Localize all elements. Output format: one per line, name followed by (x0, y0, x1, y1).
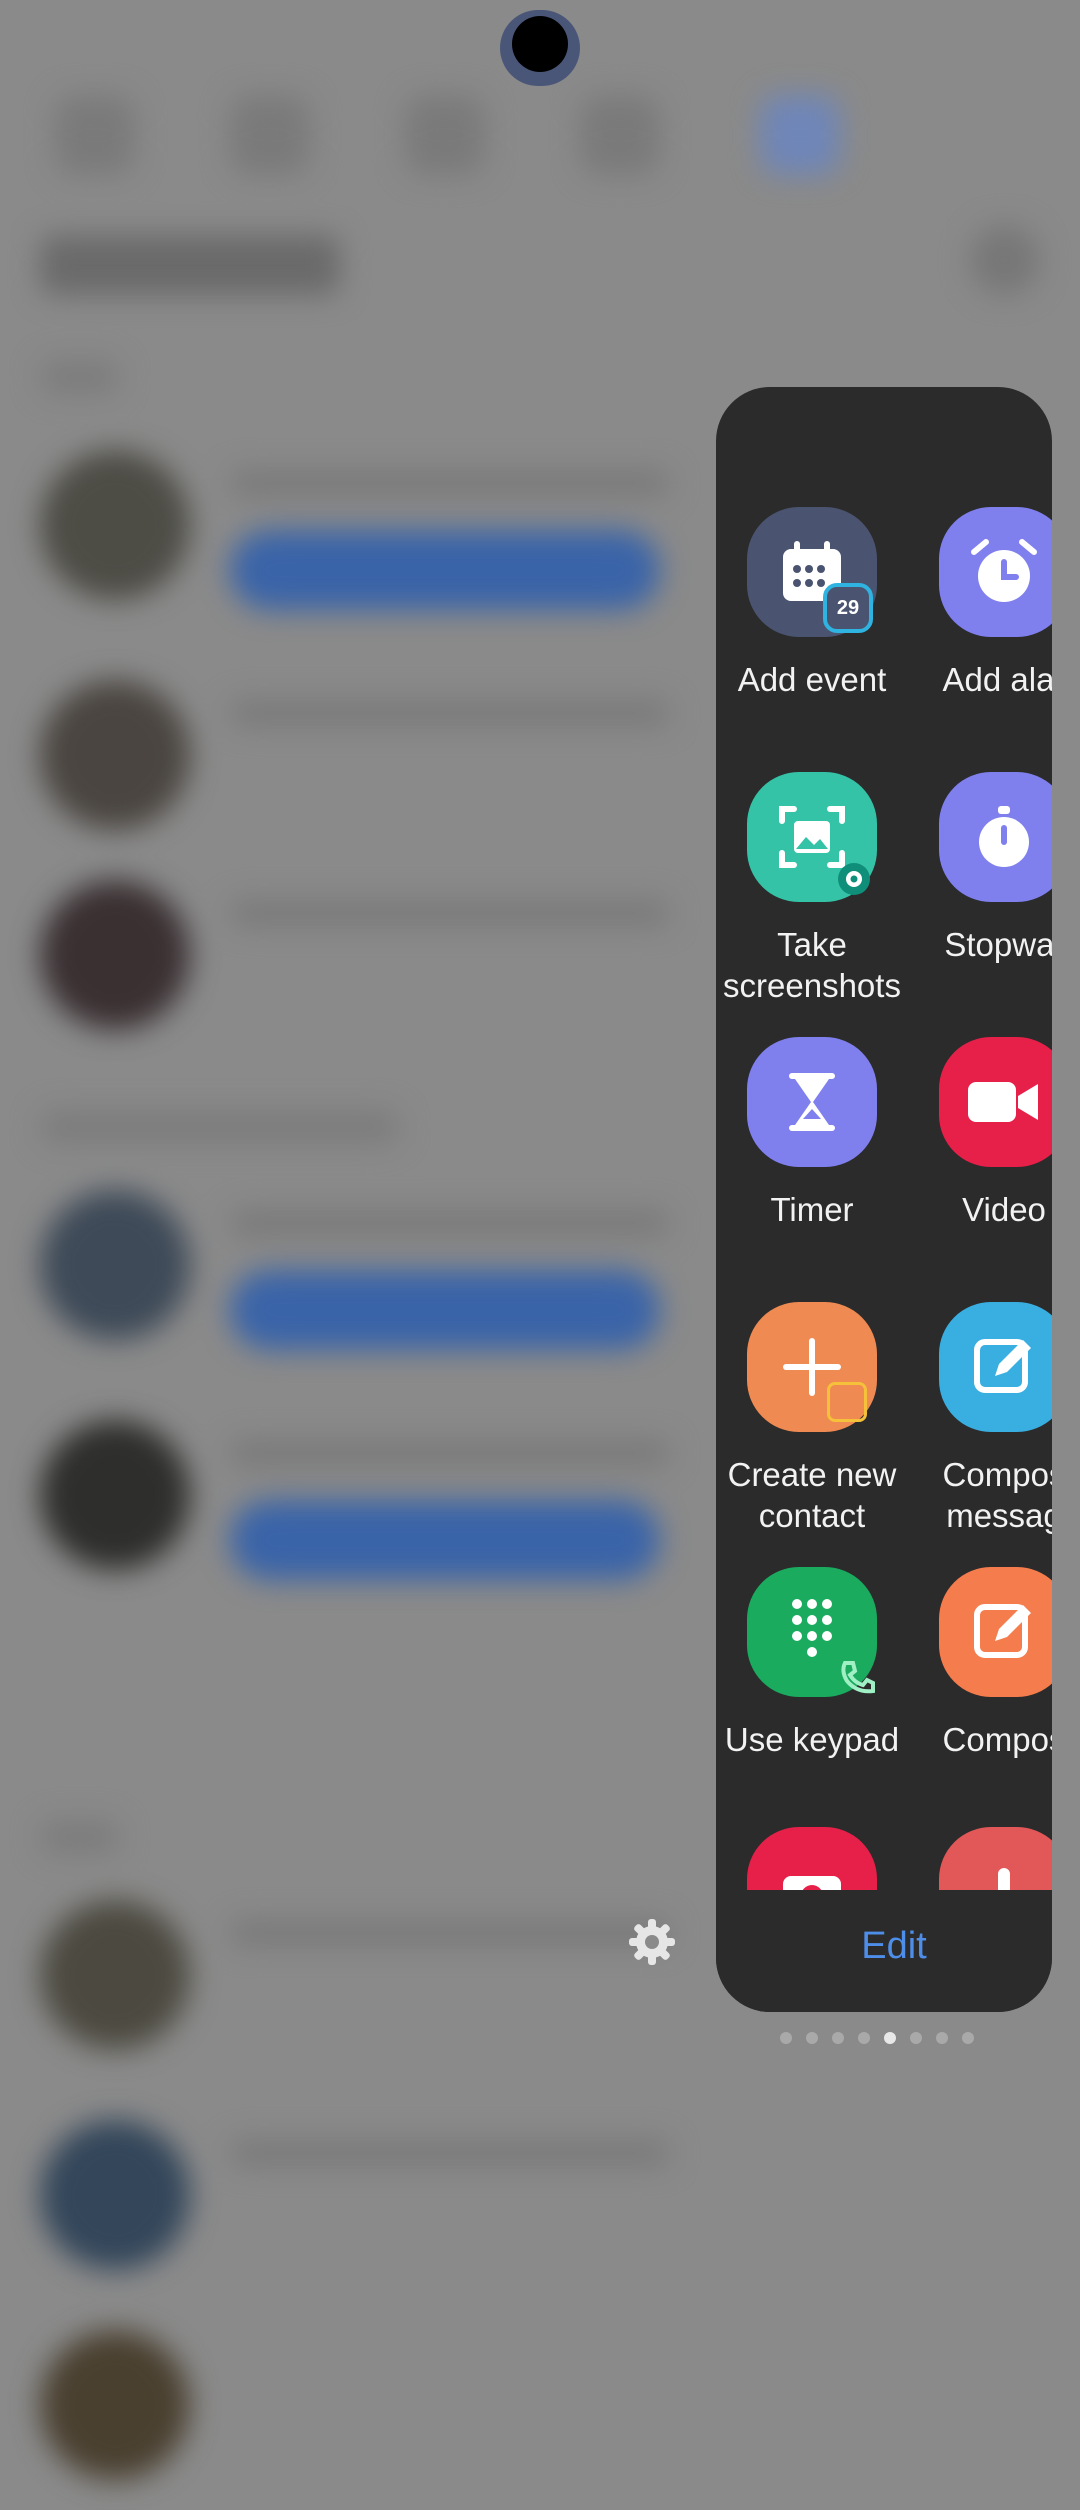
shortcut-label: Stopwat (944, 926, 1052, 963)
contact-badge-icon (827, 1382, 867, 1422)
background-menu (970, 225, 1040, 295)
camera-icon (747, 1827, 877, 1890)
background-section-header (40, 1110, 400, 1144)
hourglass-icon (747, 1037, 877, 1167)
page-indicator[interactable] (780, 2032, 974, 2048)
shortcut-grid: 29 Add event Add alar Takescreenshots (716, 387, 1052, 1890)
page-dot-active (884, 2032, 896, 2044)
shortcut-label: Add event (737, 661, 887, 698)
calendar-date-badge: 29 (823, 583, 873, 633)
phone-badge-icon (835, 1655, 879, 1699)
keypad-icon (747, 1567, 877, 1697)
page-dot (962, 2032, 974, 2044)
background-section-header (40, 360, 120, 394)
shortcut-label: Timer (770, 1191, 854, 1228)
voice-recorder-icon (939, 1827, 1052, 1890)
compose-message-icon (939, 1302, 1052, 1432)
background-tab-active (760, 95, 840, 175)
background-tab (230, 95, 310, 175)
stopwatch-icon (939, 772, 1052, 902)
shortcut-label: Create new contact (727, 1456, 897, 1534)
shortcut-label: Add alar (942, 661, 1052, 698)
page-dot (936, 2032, 948, 2044)
edit-button[interactable]: Edit (861, 1925, 926, 1968)
page-dot (806, 2032, 818, 2044)
shortcut-label: Compos (942, 1721, 1052, 1758)
edge-panel: 29 Add event Add alar Takescreenshots (716, 387, 1052, 2012)
settings-badge-icon (827, 852, 881, 906)
background-row (40, 2120, 1040, 2300)
background-tab (55, 95, 135, 175)
background-title (40, 235, 340, 295)
background-section-header (40, 1820, 120, 1854)
page-dot (780, 2032, 792, 2044)
calendar-icon: 29 (747, 507, 877, 637)
page-dot (858, 2032, 870, 2044)
front-camera-icon (512, 16, 568, 72)
background-row (40, 2330, 1040, 2510)
video-camera-icon (939, 1037, 1052, 1167)
edge-panel-footer: Edit (716, 1890, 1052, 2012)
gear-icon[interactable] (628, 1918, 676, 1966)
background-tab (580, 95, 660, 175)
plus-icon (747, 1302, 877, 1432)
shortcut-label: Use keypad (724, 1721, 900, 1758)
background-tab (405, 95, 485, 175)
shortcut-label: Take screenshots (723, 926, 901, 1004)
screenshot-icon (747, 772, 877, 902)
page-dot (832, 2032, 844, 2044)
shortcut-label: Video (962, 1191, 1046, 1228)
page-dot (910, 2032, 922, 2044)
alarm-icon (939, 507, 1052, 637)
shortcut-label: Composmessag (942, 1456, 1052, 1534)
compose-email-icon (939, 1567, 1052, 1697)
